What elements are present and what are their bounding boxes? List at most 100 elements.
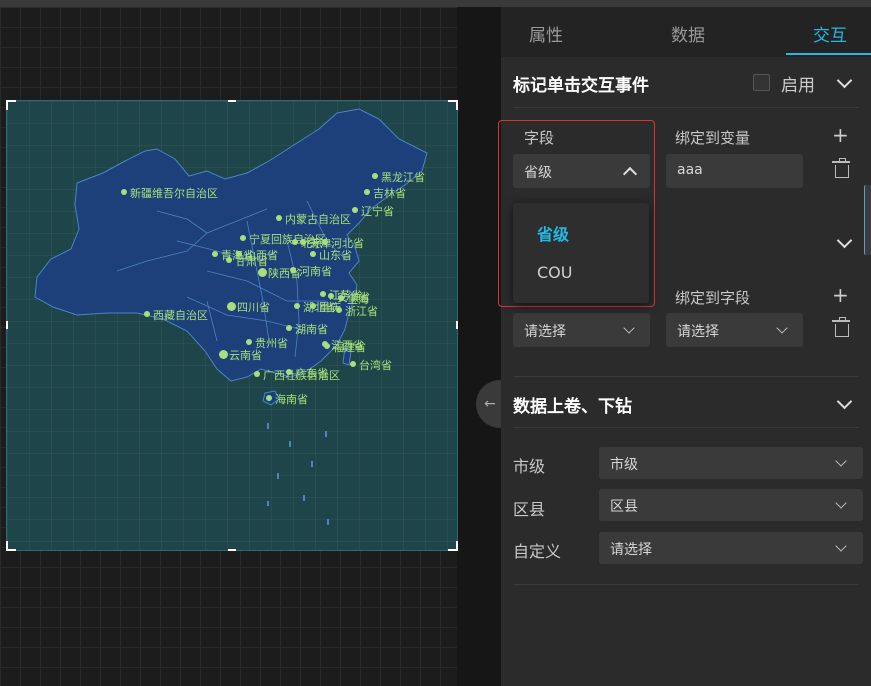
resize-handle-top-right[interactable] [448, 100, 458, 110]
map-point[interactable] [294, 303, 300, 309]
variable-input-value: aaa [677, 162, 703, 178]
resize-handle-right[interactable] [456, 321, 458, 329]
divider [513, 107, 859, 108]
add-icon[interactable]: + [832, 125, 849, 145]
map-province-label: 浙江省 [345, 305, 378, 318]
select-2[interactable]: 请选择 [666, 313, 803, 347]
map-point[interactable] [218, 349, 228, 359]
map-point[interactable] [292, 239, 298, 245]
map-province-label: 重庆 [319, 301, 341, 314]
drill-select-value: 区县 [610, 499, 638, 515]
active-tab-indicator [786, 53, 871, 55]
side-scroll-handle[interactable] [864, 185, 871, 255]
china-landmass [34, 108, 428, 382]
map-point[interactable] [226, 257, 232, 263]
resize-handle-top[interactable] [228, 100, 236, 102]
field-dropdown-menu: 省级 COU [513, 203, 649, 303]
map-province-label: 台湾省 [359, 359, 392, 372]
map-province-label: 云南省 [229, 349, 262, 362]
chevron-down-icon [776, 322, 788, 334]
map-point[interactable] [144, 311, 150, 317]
chevron-down-icon [835, 540, 847, 552]
variable-input[interactable]: aaa [666, 154, 803, 188]
map-point[interactable] [310, 303, 316, 309]
tab-data[interactable]: 数据 [671, 21, 705, 46]
map-point[interactable] [254, 371, 260, 377]
map-province-label: 辽宁省 [361, 205, 394, 218]
map-province-label: 福建省 [333, 341, 366, 354]
map-point[interactable] [286, 325, 292, 331]
divider [513, 427, 859, 428]
map-point[interactable] [352, 207, 358, 213]
map-province-label: 吉林省 [373, 187, 406, 200]
chevron-up-icon [622, 166, 638, 182]
dropdown-option[interactable]: COU [537, 263, 572, 282]
map-point[interactable] [286, 369, 292, 375]
map-point[interactable] [322, 239, 328, 245]
field-select[interactable]: 省级 [513, 154, 650, 188]
resize-handle-bottom-left[interactable] [6, 541, 16, 551]
map-province-label: 陕西省 [268, 267, 301, 280]
canvas-gutter [457, 7, 501, 686]
map-point[interactable] [246, 339, 252, 345]
section-title-click-event: 标记单击交互事件 [513, 76, 649, 96]
map-province-label: 新疆维吾尔自治区 [130, 187, 218, 200]
map-point[interactable] [212, 251, 218, 257]
enable-checkbox[interactable] [753, 74, 770, 91]
resize-handle-bottom-right[interactable] [448, 541, 458, 551]
chevron-down-icon[interactable] [836, 232, 853, 249]
map-province-label: 湖南省 [295, 323, 328, 336]
field-label: 字段 [524, 129, 555, 147]
tab-properties[interactable]: 属性 [529, 21, 563, 46]
drill-row-label: 市级 [513, 457, 546, 476]
map-point[interactable] [350, 361, 356, 367]
map-point[interactable] [276, 215, 282, 221]
resize-handle-left[interactable] [6, 321, 8, 329]
tab-interaction[interactable]: 交互 [813, 21, 847, 46]
map-point[interactable] [257, 267, 267, 277]
chevron-down-icon [835, 455, 847, 467]
drill-select-city[interactable]: 市级 [599, 447, 863, 479]
map-province-label: 山东省 [319, 249, 352, 262]
drill-row-label: 区县 [513, 500, 546, 519]
top-bar [0, 0, 871, 7]
map-province-label: 内蒙古自治区 [285, 213, 351, 226]
map-widget[interactable]: 黑龙江省 吉林省 辽宁省 新疆维吾尔自治区 内蒙古自治区 宁夏回族自治区 北京 天津 山西省 河北… [6, 100, 458, 551]
map-point[interactable] [372, 173, 378, 179]
resize-handle-top-left[interactable] [6, 100, 16, 110]
select-1[interactable]: 请选择 [513, 313, 650, 347]
delete-icon[interactable] [832, 317, 850, 337]
map-province-label: 四川省 [237, 301, 270, 314]
map-point[interactable] [290, 267, 296, 273]
add-icon[interactable]: + [832, 285, 849, 305]
map-point[interactable] [324, 343, 330, 349]
delete-icon[interactable] [832, 158, 850, 178]
field-select-value: 省级 [524, 165, 552, 181]
bind-variable-label: 绑定到变量 [675, 129, 751, 147]
map-province-label: 海南省 [275, 393, 308, 406]
map-point[interactable] [226, 301, 236, 311]
drill-select-custom[interactable]: 请选择 [599, 532, 863, 564]
map-province-label: 甘肃省 [235, 255, 268, 268]
divider [513, 584, 859, 585]
map-point[interactable] [300, 239, 306, 245]
bind-field-label: 绑定到字段 [675, 289, 751, 307]
select-2-value: 请选择 [677, 324, 719, 340]
chevron-down-icon[interactable] [836, 393, 853, 410]
drill-select-district[interactable]: 区县 [599, 489, 863, 521]
resize-handle-bottom[interactable] [228, 549, 236, 551]
map-point[interactable] [240, 235, 246, 241]
map-point[interactable] [121, 189, 127, 195]
map-province-label: 广东省 [295, 367, 328, 380]
chevron-down-icon[interactable] [836, 72, 853, 89]
map-point[interactable] [310, 251, 316, 257]
dropdown-option-selected[interactable]: 省级 [537, 221, 569, 245]
map-province-label: 黑龙江省 [381, 171, 425, 184]
arrow-left-icon: ← [484, 396, 496, 412]
map-point[interactable] [320, 291, 326, 297]
enable-label: 启用 [781, 76, 815, 96]
property-panel: 属性 数据 交互 标记单击交互事件 启用 字段 绑定到变量 + 省级 aaa 绑… [498, 7, 871, 686]
map-point[interactable] [266, 395, 272, 401]
map-point[interactable] [364, 189, 370, 195]
map-province-label: 河南省 [299, 265, 332, 278]
